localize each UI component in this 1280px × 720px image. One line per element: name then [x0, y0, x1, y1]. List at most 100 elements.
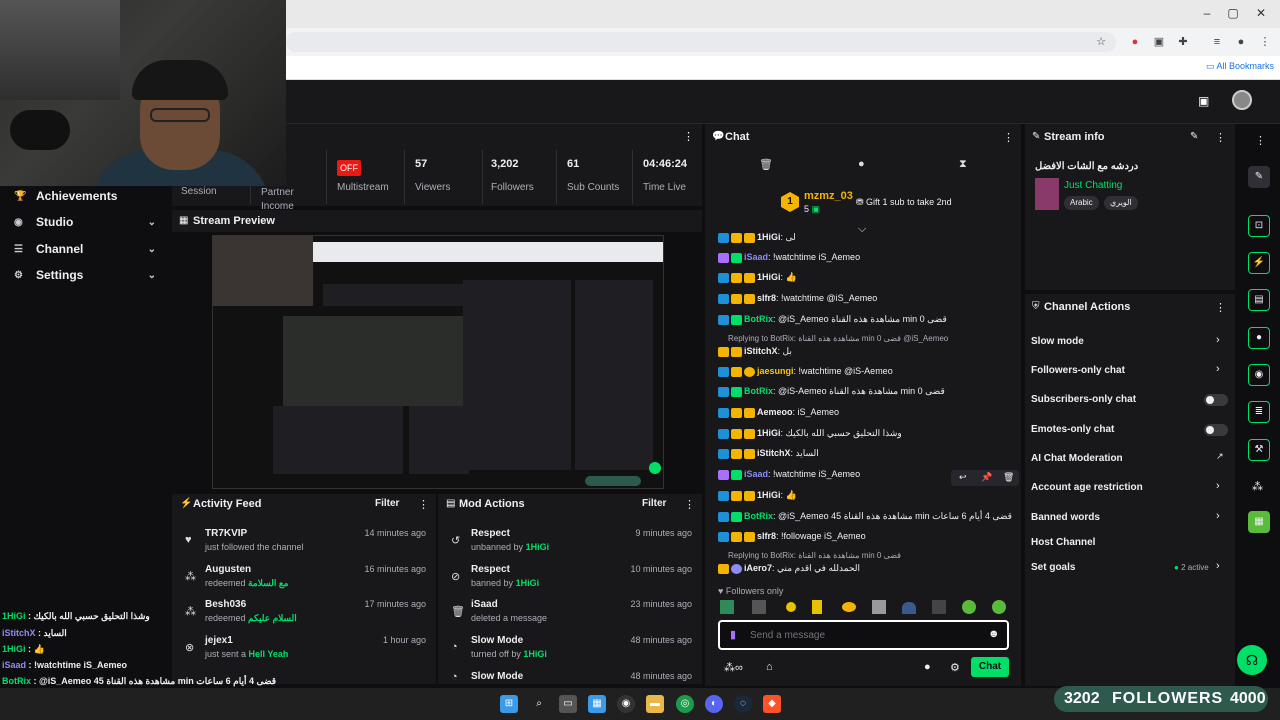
extension-icon[interactable]: ● [1128, 35, 1142, 49]
chat-username[interactable]: iSaad [744, 469, 768, 479]
bolt-icon[interactable]: ⚡ [1248, 252, 1270, 274]
chevron-right-icon[interactable]: › [1216, 334, 1220, 346]
maximize-icon[interactable]: ▢ [1226, 6, 1240, 20]
points-icon[interactable]: ⁂∞ [724, 661, 743, 674]
stream-category[interactable]: Just Chatting [1064, 180, 1122, 191]
layers-icon[interactable]: ≣ [1248, 401, 1270, 423]
sidebar-item-studio[interactable]: ◉ Studio ⌄ [14, 212, 164, 232]
target-icon[interactable]: ⊡ [1248, 215, 1270, 237]
action-account-age[interactable]: Account age restriction [1031, 482, 1143, 493]
badge-icon[interactable]: ▮ [730, 628, 736, 641]
mod-filter-button[interactable]: Filter [642, 498, 666, 509]
star-icon[interactable]: ☆ [1094, 35, 1108, 49]
emote-icon[interactable] [902, 602, 916, 614]
action-followers-only[interactable]: Followers-only chat [1031, 365, 1125, 376]
chat-input[interactable] [750, 626, 980, 644]
session-label[interactable]: Session [181, 186, 217, 197]
reply-icon[interactable]: ↩ [959, 472, 967, 483]
chat-message[interactable]: iSaad: !watchtime iS_Aemeo [718, 469, 860, 480]
pin-icon[interactable]: 📌 [981, 472, 992, 483]
emote-icon[interactable] [992, 600, 1006, 614]
kebab-menu-icon[interactable]: ⋮ [418, 498, 429, 511]
emote-icon[interactable] [842, 602, 856, 612]
subscribers-only-toggle[interactable] [1204, 394, 1228, 406]
extension-icon[interactable]: ▣ [1152, 35, 1166, 49]
chat-send-button[interactable]: Chat [971, 657, 1009, 677]
emote-icon[interactable] [932, 600, 946, 614]
action-set-goals[interactable]: Set goals [1031, 562, 1075, 573]
multistream-stat[interactable]: Multistream [326, 150, 402, 204]
chevron-right-icon[interactable]: › [1216, 510, 1220, 522]
brave-icon[interactable]: ◆ [763, 695, 781, 713]
chat-username[interactable]: slfr8 [757, 293, 776, 303]
discord-icon[interactable]: ◐ [705, 695, 723, 713]
chat-message[interactable]: iStitchX: بل [718, 346, 792, 357]
support-icon[interactable]: ☊ [1237, 645, 1267, 675]
kebab-menu-icon[interactable]: ⋮ [1215, 301, 1226, 314]
activity-user[interactable]: TR7KVIP [205, 528, 247, 539]
chat-username[interactable]: BotRix [744, 314, 773, 324]
chat-message[interactable]: BotRix: @iS-Aemeo مشاهدة هذه القناة min … [718, 386, 945, 397]
minimize-icon[interactable]: – [1200, 6, 1214, 20]
chat-icon[interactable]: ● [858, 158, 865, 170]
chat-username[interactable]: Aemeoo [757, 407, 793, 417]
chat-username[interactable]: iStitchX [757, 448, 791, 458]
wrench-icon[interactable]: ⚒ [1248, 439, 1270, 461]
chat-message[interactable]: iStitchX: السايد [718, 448, 819, 459]
folder-icon[interactable]: ▬ [646, 695, 664, 713]
chat-username[interactable]: BotRix [744, 511, 773, 521]
pinned-icon[interactable]: ⌵ [858, 223, 866, 236]
shop-icon[interactable]: ⌂ [766, 661, 773, 673]
chat-message[interactable]: slfr8: !watchtime @iS_Aemeo [718, 293, 877, 304]
activity-user[interactable]: Besh036 [205, 599, 246, 610]
category-thumbnail[interactable] [1035, 178, 1059, 210]
all-bookmarks-link[interactable]: ▭ All Bookmarks [1206, 61, 1274, 72]
chat-message[interactable]: BotRix: @iS_Aemeo مشاهدة هذه القناة min … [718, 314, 947, 325]
kebab-menu-icon[interactable]: ⋮ [1258, 35, 1272, 49]
emote-icon[interactable] [720, 600, 734, 614]
kebab-menu-icon[interactable]: ⋮ [683, 130, 694, 143]
chat-username[interactable]: 1HiGi [757, 428, 781, 438]
top-gifter-name[interactable]: mzmz_03 [804, 190, 853, 202]
action-slow-mode[interactable]: Slow mode [1031, 336, 1084, 347]
kebab-menu-icon[interactable]: ⋮ [1215, 131, 1226, 144]
chat-message[interactable]: BotRix: @iS_Aemeo 45 مشاهدة هذه القناة m… [718, 511, 1012, 522]
app-icon[interactable]: ▦ [1248, 511, 1270, 533]
address-bar[interactable] [286, 32, 1116, 52]
widgets-icon[interactable]: ▦ [588, 695, 606, 713]
windows-start-icon[interactable]: ⊞ [500, 695, 518, 713]
activity-filter-button[interactable]: Filter [375, 498, 399, 509]
stream-icon[interactable]: ▣ [1198, 94, 1209, 108]
kebab-menu-icon[interactable]: ⋮ [684, 498, 695, 511]
chat-message[interactable]: slfr8: !followage iS_Aemeo [718, 531, 866, 542]
chevron-right-icon[interactable]: › [1216, 480, 1220, 492]
chevron-right-icon[interactable]: › [1216, 560, 1220, 572]
emote-icon[interactable] [872, 600, 886, 614]
puzzle-icon[interactable]: ✚ [1176, 35, 1190, 49]
trash-icon[interactable]: 🗑 [759, 158, 773, 171]
mod-action-user[interactable]: iSaad [471, 599, 498, 610]
emotes-only-toggle[interactable] [1204, 424, 1228, 436]
avatar[interactable] [1232, 90, 1252, 110]
chat-username[interactable]: 1HiGi [757, 490, 781, 500]
action-host-channel[interactable]: Host Channel [1031, 537, 1095, 548]
chat-bubble-icon[interactable]: ● [924, 661, 931, 673]
emote-icon[interactable] [752, 600, 766, 614]
chat-username[interactable]: 1HiGi [757, 272, 781, 282]
trash-icon[interactable]: 🗑 [1003, 472, 1014, 483]
activity-user[interactable]: Augusten [205, 564, 251, 575]
chat-message[interactable]: iSaad: !watchtime iS_Aemeo [718, 252, 860, 263]
chat-username[interactable]: iStitchX [744, 346, 778, 356]
action-ai-moderation[interactable]: AI Chat Moderation [1031, 453, 1123, 464]
emote-icon[interactable] [962, 600, 976, 614]
document-icon[interactable]: ▤ [1248, 289, 1270, 311]
mod-action-user[interactable]: Respect [471, 564, 510, 575]
chat-username[interactable]: 1HiGi [757, 232, 781, 242]
external-link-icon[interactable]: ↗ [1216, 451, 1224, 462]
chat-message[interactable]: iAero7: الحمدلله في اقدم مني [718, 563, 860, 574]
action-banned-words[interactable]: Banned words [1031, 512, 1100, 523]
chat-message[interactable]: 1HiGi: 👍 [718, 490, 797, 501]
steam-icon[interactable]: ◌ [734, 695, 752, 713]
chat-username[interactable]: BotRix [744, 386, 773, 396]
chat-message[interactable]: Aemeoo: iS_Aemeo [718, 407, 839, 418]
